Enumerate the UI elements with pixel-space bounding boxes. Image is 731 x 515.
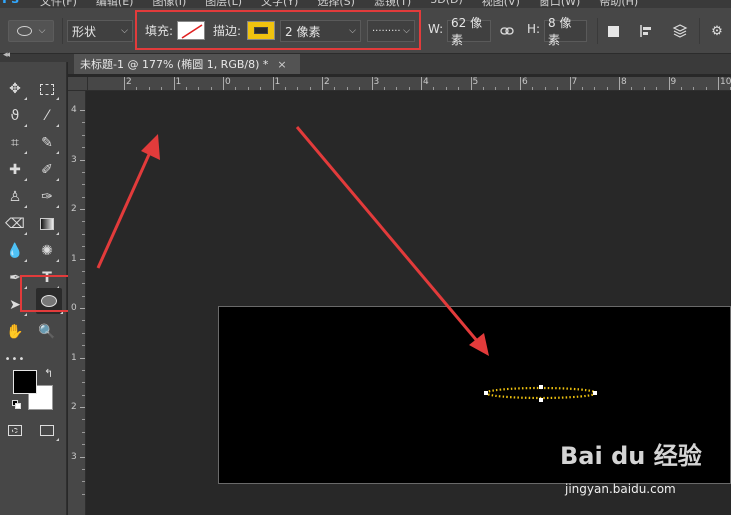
watermark-url: jingyan.baidu.com: [565, 482, 676, 496]
foreground-color-swatch[interactable]: [13, 370, 37, 394]
photoshop-window: Ps 文件(F)编辑(E)图像(I)图层(L)文字(Y)选择(S)滤镜(T)3D…: [0, 0, 731, 515]
watermark-logo: Bai du 经验: [560, 442, 702, 470]
baidu-jingyan-watermark: Bai du 经验: [560, 436, 702, 471]
arrow-head-icon: [141, 134, 160, 160]
